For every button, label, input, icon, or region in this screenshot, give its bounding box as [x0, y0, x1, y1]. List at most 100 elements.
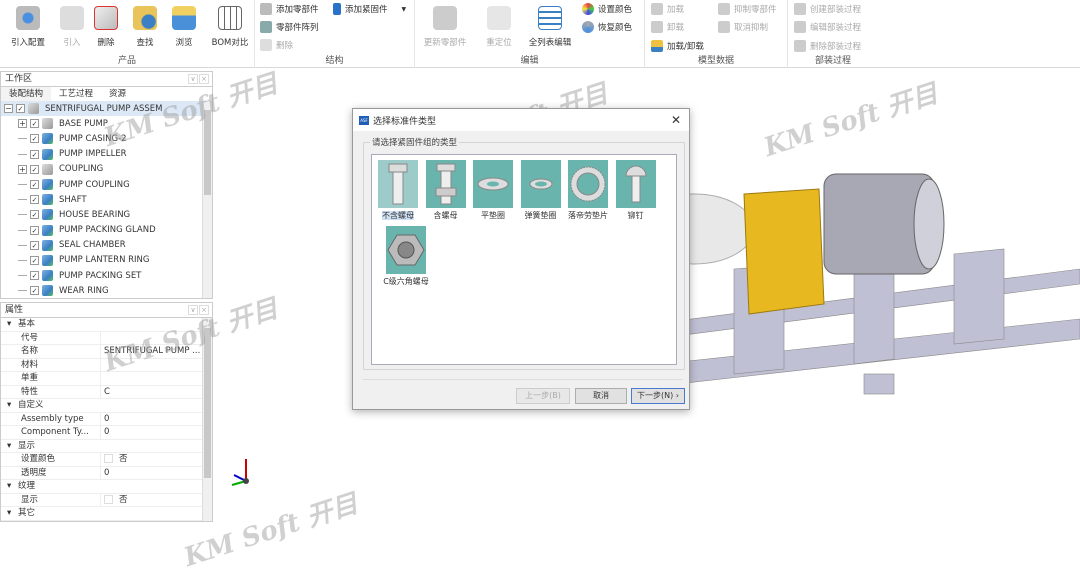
- cancel-suppress-button[interactable]: 取消抑制: [718, 19, 768, 35]
- property-key: Assembly type: [1, 412, 101, 425]
- checkbox[interactable]: [104, 454, 113, 463]
- checkbox[interactable]: ✓: [16, 104, 25, 114]
- fastener-type-flat-washer[interactable]: 平垫圈: [469, 160, 517, 221]
- category-label: ▾ 其它: [1, 507, 35, 520]
- checkbox[interactable]: ✓: [30, 119, 39, 129]
- spring-washer-icon: [520, 160, 561, 208]
- add-part-button[interactable]: 添加零部件: [260, 1, 319, 17]
- tree-item[interactable]: ✓ WEAR RING: [1, 283, 212, 297]
- tree-item[interactable]: ✓ PUMP IMPELLER: [1, 147, 212, 162]
- checkbox[interactable]: ✓: [30, 195, 39, 205]
- collapse-icon[interactable]: −: [4, 104, 13, 114]
- property-value[interactable]: [101, 372, 202, 385]
- restore-color-button[interactable]: 恢复颜色: [582, 19, 632, 35]
- checkbox[interactable]: ✓: [30, 255, 39, 265]
- next-button[interactable]: 下一步(N) ›: [631, 388, 685, 404]
- checkbox[interactable]: ✓: [30, 149, 39, 159]
- fastener-type-bolt-nut[interactable]: 含螺母: [422, 160, 470, 221]
- properties-scrollbar[interactable]: [202, 318, 212, 521]
- checkbox[interactable]: ✓: [30, 210, 39, 220]
- tab-1[interactable]: 工艺过程: [51, 87, 101, 101]
- close-icon[interactable]: ✕: [671, 113, 681, 127]
- category-name: 自定义: [17, 400, 44, 410]
- tree-item[interactable]: ✓ SHAFT: [1, 192, 212, 207]
- checkbox[interactable]: ✓: [30, 271, 39, 281]
- tree-label: SENTRIFUGAL PUMP ASSEM: [45, 103, 163, 114]
- assembly-tree: − ✓ SENTRIFUGAL PUMP ASSEM + ✓ BASE PUMP ✓ PUMP…: [1, 101, 212, 297]
- fastener-type-bolt[interactable]: 不含螺母: [374, 160, 422, 221]
- cancel-button[interactable]: 取消: [575, 388, 627, 404]
- checkbox[interactable]: ✓: [30, 225, 39, 235]
- tree-item[interactable]: + ✓ COUPLING: [1, 162, 212, 177]
- expand-icon[interactable]: +: [18, 119, 27, 129]
- property-value[interactable]: SENTRIFUGAL PUMP ...: [101, 345, 202, 358]
- checkbox[interactable]: ✓: [30, 134, 39, 144]
- tab-2[interactable]: 资源: [101, 87, 134, 101]
- property-value[interactable]: 0: [101, 413, 202, 426]
- tree-item[interactable]: ✓ HOUSE BEARING: [1, 207, 212, 222]
- flat-washer-icon: [473, 160, 513, 208]
- prev-button[interactable]: 上一步(B): [516, 388, 570, 404]
- tree-root[interactable]: − ✓ SENTRIFUGAL PUMP ASSEM: [1, 101, 212, 117]
- suppress-part-button[interactable]: 抑制零部件: [718, 1, 777, 17]
- checkbox[interactable]: ✓: [30, 240, 39, 250]
- bom-compare-button[interactable]: BOM对比: [206, 4, 254, 48]
- edit-process-button[interactable]: 编辑部装过程: [794, 19, 861, 35]
- gear-icon: [16, 6, 40, 30]
- checkbox[interactable]: ✓: [30, 164, 39, 174]
- add-fastener-button[interactable]: 添加紧固件 ▼: [333, 1, 406, 17]
- close-button[interactable]: ×: [199, 305, 209, 315]
- struct-delete-button[interactable]: 删除: [260, 37, 293, 53]
- part-array-button[interactable]: 零部件阵列: [260, 19, 319, 35]
- property-category[interactable]: ▾ 自定义: [1, 399, 202, 413]
- delete-button[interactable]: 删除: [84, 4, 128, 48]
- tree-item[interactable]: ✓ PUMP PACKING SET: [1, 268, 212, 283]
- pin-button[interactable]: ∨: [188, 74, 198, 84]
- property-value[interactable]: [101, 332, 202, 345]
- tree-connector: [18, 153, 27, 155]
- find-button[interactable]: 查找: [123, 4, 167, 48]
- property-value[interactable]: C: [101, 386, 202, 399]
- tree-item[interactable]: + ✓ BASE PUMP: [1, 116, 212, 131]
- tree-scrollbar[interactable]: [202, 102, 212, 298]
- tree-item[interactable]: ✓ SEAL CHAMBER: [1, 238, 212, 253]
- tab-0[interactable]: 装配结构: [1, 87, 52, 101]
- browse-button[interactable]: 浏览: [162, 4, 206, 48]
- property-category[interactable]: ▾ 其它: [1, 507, 202, 521]
- tree-item[interactable]: ✓ PUMP CASING-2: [1, 131, 212, 146]
- fastener-type-hex-nut[interactable]: C级六角螺母: [378, 226, 434, 287]
- fastener-type-list: 不含螺母 含螺母 平垫圈 弹簧垫圈 落帝劳垫片 铆钉 C级六角螺母: [371, 154, 677, 365]
- property-value[interactable]: 0: [101, 426, 202, 439]
- set-color-button[interactable]: 设置颜色: [582, 1, 632, 17]
- tree-item[interactable]: ✓ PUMP LANTERN RING: [1, 253, 212, 268]
- property-value[interactable]: 0: [101, 467, 202, 480]
- checkbox[interactable]: ✓: [30, 286, 39, 296]
- full-list-edit-button[interactable]: 全列表编辑: [525, 4, 575, 48]
- load-unload-button[interactable]: 加载/卸载: [651, 38, 704, 54]
- create-process-button[interactable]: 创建部装过程: [794, 1, 861, 17]
- pin-button[interactable]: ∨: [188, 305, 198, 315]
- tree-item[interactable]: ✓ PUMP PACKING GLAND: [1, 223, 212, 238]
- tree-item[interactable]: ✓ PUMP COUPLING: [1, 177, 212, 192]
- property-value[interactable]: 否: [101, 453, 202, 466]
- import-config-button[interactable]: 引入配置: [6, 4, 50, 48]
- checkbox[interactable]: ✓: [30, 180, 39, 190]
- dropdown-arrow-icon[interactable]: ▼: [402, 6, 407, 13]
- delete-process-button[interactable]: 删除部装过程: [794, 38, 861, 54]
- tree-label: PUMP LANTERN RING: [59, 255, 150, 266]
- close-button[interactable]: ×: [199, 74, 209, 84]
- property-value[interactable]: 否: [101, 494, 202, 507]
- fastener-type-rivet[interactable]: 铆钉: [612, 160, 660, 221]
- expand-icon[interactable]: +: [18, 164, 27, 174]
- checkbox[interactable]: [104, 494, 113, 504]
- reposition-button[interactable]: 重定位: [477, 4, 521, 48]
- unload-button[interactable]: 卸载: [651, 19, 684, 35]
- fastener-type-spring-washer[interactable]: 弹簧垫圈: [517, 160, 565, 221]
- property-value[interactable]: [101, 359, 202, 372]
- update-part-button[interactable]: 更新零部件: [421, 4, 469, 48]
- load-button[interactable]: 加载: [651, 1, 684, 17]
- property-category[interactable]: ▾ 基本: [1, 318, 202, 332]
- property-category[interactable]: ▾ 显示: [1, 440, 202, 453]
- property-category[interactable]: ▾ 纹理: [1, 480, 202, 494]
- fastener-type-serrated-washer[interactable]: 落帝劳垫片: [564, 160, 612, 221]
